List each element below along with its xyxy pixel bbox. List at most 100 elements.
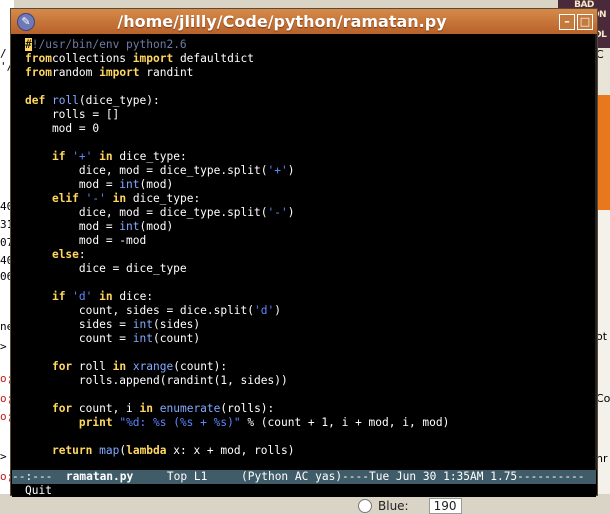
code-line[interactable]: for roll in xrange(count): xyxy=(25,360,227,373)
code-token: dice_type: xyxy=(112,150,187,163)
code-line[interactable]: dice = dice_type xyxy=(25,262,187,275)
code-line[interactable]: if '+' in dice_type: xyxy=(25,150,187,163)
minibuffer-message: Quit xyxy=(25,484,52,497)
editor-text-area[interactable]: #!/usr/bin/env python2.6 fromcollections… xyxy=(12,34,596,470)
mode-line-buffer-name: ramatan.py xyxy=(65,470,134,483)
mode-line-status: --:--- xyxy=(12,470,66,483)
code-token: dice: xyxy=(112,290,154,303)
code-line[interactable]: fromrandom import randint xyxy=(25,66,193,79)
emacs-window: ✎ /home/jlilly/Code/python/ramatan.py – … xyxy=(10,8,598,497)
blue-label: Blue: xyxy=(378,499,409,513)
code-line[interactable]: elif '-' in dice_type: xyxy=(25,192,200,205)
code-token: (mod) xyxy=(139,220,174,233)
code-token: '-' xyxy=(85,192,106,205)
background-text-fragment: C xyxy=(596,48,604,61)
code-token: from xyxy=(25,66,52,79)
code-token: !/usr/bin/env python2.6 xyxy=(31,38,187,51)
minimize-button[interactable]: – xyxy=(559,13,575,30)
mode-line-info: Top L1 (Python AC yas)----Tue Jun 30 1:3… xyxy=(133,470,585,483)
code-token: xrange xyxy=(132,360,174,373)
background-text-fragment: Co xyxy=(596,392,610,405)
code-line[interactable]: mod = 0 xyxy=(25,122,99,135)
code-token: in xyxy=(99,290,113,303)
code-line[interactable]: #!/usr/bin/env python2.6 xyxy=(25,38,187,51)
code-token: (rolls): xyxy=(220,402,275,415)
code-token: rolls = [] xyxy=(25,108,120,121)
code-line[interactable]: mod = int(mod) xyxy=(25,220,173,233)
maximize-button[interactable]: □ xyxy=(577,13,593,30)
background-text-fragment: > xyxy=(0,450,7,463)
code-token: (count): xyxy=(173,360,228,373)
code-token: mod = 0 xyxy=(25,122,100,135)
code-token: dice = dice_type xyxy=(25,262,187,275)
text-cursor: # xyxy=(25,38,32,51)
code-token: import xyxy=(99,66,140,79)
code-token: int xyxy=(132,318,153,331)
code-line[interactable]: def roll(dice_type): xyxy=(25,94,160,107)
code-token: if xyxy=(51,290,66,303)
background-right-panel xyxy=(596,210,610,510)
code-line[interactable]: mod = int(mod) xyxy=(25,178,173,191)
code-token: roll xyxy=(72,360,113,373)
code-line[interactable]: count = int(count) xyxy=(25,332,200,345)
blue-value-spinner[interactable]: 190 xyxy=(428,498,462,514)
code-token: from xyxy=(25,52,52,65)
background-orange-panel xyxy=(596,95,610,210)
code-token: int xyxy=(119,178,140,191)
code-line[interactable]: sides = int(sides) xyxy=(25,318,200,331)
code-token: 'd' xyxy=(72,290,93,303)
code-token: in xyxy=(139,402,154,415)
code-line[interactable]: count, sides = dice.split('d') xyxy=(25,304,281,317)
code-token: ) xyxy=(274,304,281,317)
code-line[interactable]: mod = -mod xyxy=(25,234,146,247)
code-token: % (count + 1, i + mod, i, mod) xyxy=(240,416,450,429)
mode-line: --:--- ramatan.py Top L1 (Python AC yas)… xyxy=(12,470,596,484)
code-token: def xyxy=(25,94,46,107)
code-token: mod = xyxy=(25,220,120,233)
code-token: count = xyxy=(25,332,133,345)
code-token: mod = xyxy=(25,178,120,191)
code-token: "%d: %s (%s + %s)" xyxy=(119,416,241,429)
scrollbar[interactable] xyxy=(595,34,597,470)
code-line[interactable]: print "%d: %s (%s + %s)" % (count + 1, i… xyxy=(25,416,450,429)
background-text-fragment: / xyxy=(0,47,7,60)
code-line[interactable]: rolls.append(randint(1, sides)) xyxy=(25,374,288,387)
code-line[interactable]: for count, i in enumerate(rolls): xyxy=(25,402,274,415)
code-token: lambda xyxy=(126,444,167,457)
code-line[interactable]: if 'd' in dice: xyxy=(25,290,153,303)
code-token: in xyxy=(112,360,127,373)
title-bar[interactable]: ✎ /home/jlilly/Code/python/ramatan.py – … xyxy=(11,9,597,34)
code-token: count, i xyxy=(72,402,140,415)
code-token: if xyxy=(51,150,66,163)
code-token: randint xyxy=(139,66,194,79)
code-line[interactable]: dice, mod = dice_type.split('+') xyxy=(25,164,295,177)
minibuffer[interactable]: Quit xyxy=(12,484,596,497)
code-line[interactable]: dice, mod = dice_type.split('-') xyxy=(25,206,295,219)
code-token: dice, mod = dice_type.split( xyxy=(25,164,268,177)
blue-radio[interactable] xyxy=(358,499,372,513)
code-token: '+' xyxy=(267,164,288,177)
code-token: map xyxy=(99,444,120,457)
code-token: random xyxy=(51,66,100,79)
code-token: else xyxy=(51,248,79,261)
code-token: in xyxy=(99,150,113,163)
code-line[interactable]: rolls = [] xyxy=(25,108,119,121)
code-token: for xyxy=(51,402,73,415)
background-text-fragment: nr xyxy=(596,452,608,465)
code-line[interactable]: else: xyxy=(25,248,86,261)
code-token: import xyxy=(132,52,174,65)
source-code[interactable]: #!/usr/bin/env python2.6 fromcollections… xyxy=(12,34,596,458)
code-line[interactable]: fromcollections import defaultdict xyxy=(25,52,254,65)
code-token: collections xyxy=(51,52,133,65)
code-token: ) xyxy=(287,206,295,219)
code-token: dice, mod = dice_type.split( xyxy=(25,206,268,219)
code-line[interactable]: return map(lambda x: x + mod, rolls) xyxy=(25,444,295,457)
code-token: print xyxy=(78,416,113,429)
